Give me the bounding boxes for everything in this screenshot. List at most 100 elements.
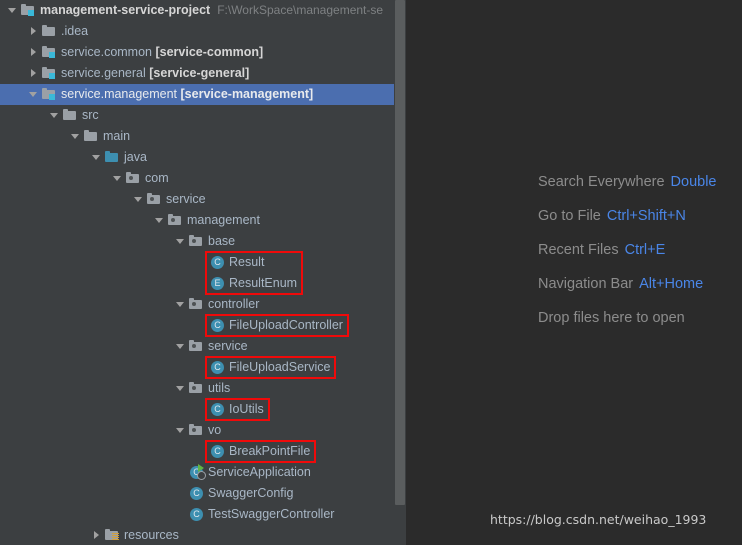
project-tool-window[interactable]: management-service-project F:\WorkSpace\m… xyxy=(0,0,406,545)
package-icon xyxy=(146,189,163,210)
tree-arrow-spacer xyxy=(195,315,209,336)
tree-row-Result[interactable]: C Result xyxy=(0,252,406,273)
tree-row-FileUploadController[interactable]: C FileUploadController xyxy=(0,315,406,336)
tree-row-src[interactable]: src xyxy=(0,105,406,126)
chevron-down-icon[interactable] xyxy=(48,105,62,126)
tree-row-management[interactable]: management xyxy=(0,210,406,231)
tree-row-label: .idea xyxy=(61,24,89,38)
chevron-down-icon[interactable] xyxy=(90,147,104,168)
ide-window: Search Everywhere Double Go to File Ctrl+Sh… xyxy=(0,0,742,545)
watermark-text: https://blog.csdn.net/weihao_1993 xyxy=(490,512,707,527)
tree-row-management-service-project[interactable]: management-service-project F:\WorkSpace\m… xyxy=(0,0,406,21)
chevron-down-icon[interactable] xyxy=(69,126,83,147)
package-icon xyxy=(188,378,205,399)
package-icon xyxy=(167,210,184,231)
chevron-down-icon[interactable] xyxy=(174,378,188,399)
tree-row-idea[interactable]: .idea xyxy=(0,21,406,42)
tree-row-label: resources xyxy=(124,528,179,542)
package-icon xyxy=(188,294,205,315)
shortcut-action-label: Recent Files xyxy=(538,242,619,258)
chevron-right-icon[interactable] xyxy=(27,63,41,84)
tree-row-com[interactable]: com xyxy=(0,168,406,189)
package-icon xyxy=(188,336,205,357)
tree-row-label: TestSwaggerController xyxy=(208,507,335,521)
tree-row-main[interactable]: main xyxy=(0,126,406,147)
class-icon: C xyxy=(209,315,226,336)
package-icon xyxy=(125,168,142,189)
tree-row-service-common[interactable]: service.common [service-common] xyxy=(0,42,406,63)
tree-row-java[interactable]: java xyxy=(0,147,406,168)
tree-scrollbar-thumb[interactable] xyxy=(395,0,405,505)
tree-row-label: service.management [service-management] xyxy=(61,87,314,101)
tree-row-label: service xyxy=(166,192,206,206)
tree-row-SwaggerConfig[interactable]: C SwaggerConfig xyxy=(0,483,406,504)
tree-arrow-spacer xyxy=(174,504,188,525)
module-folder-icon xyxy=(41,84,58,105)
tree-row-BreakPointFile[interactable]: C BreakPointFile xyxy=(0,441,406,462)
tree-row-label: Result xyxy=(229,255,265,269)
chevron-down-icon[interactable] xyxy=(174,336,188,357)
shortcut-hint-row: Drop files here to open xyxy=(538,301,742,335)
chevron-down-icon[interactable] xyxy=(6,0,20,21)
chevron-down-icon[interactable] xyxy=(174,420,188,441)
tree-row-label: service.general [service-general] xyxy=(61,66,250,80)
folder-icon xyxy=(62,105,79,126)
tree-row-service-pkg[interactable]: service xyxy=(0,336,406,357)
tree-row-ResultEnum[interactable]: E ResultEnum xyxy=(0,273,406,294)
shortcut-action-label: Drop files here to open xyxy=(538,310,685,326)
tree-arrow-spacer xyxy=(174,483,188,504)
package-icon xyxy=(188,420,205,441)
tree-row-vo[interactable]: vo xyxy=(0,420,406,441)
tree-row-IoUtils[interactable]: C IoUtils xyxy=(0,399,406,420)
tree-arrow-spacer xyxy=(195,357,209,378)
shortcut-hint-list: Search Everywhere Double Go to File Ctrl+Sh… xyxy=(538,165,742,335)
tree-row-controller[interactable]: controller xyxy=(0,294,406,315)
tree-row-service[interactable]: service xyxy=(0,189,406,210)
tree-row-label: ResultEnum xyxy=(229,276,298,290)
module-folder-icon xyxy=(20,0,37,21)
class-icon: C xyxy=(188,504,205,525)
tree-row-label: service.common [service-common] xyxy=(61,45,264,59)
shortcut-keys-label: Double xyxy=(670,174,717,190)
chevron-right-icon[interactable] xyxy=(27,21,41,42)
tree-row-label: management-service-project xyxy=(40,3,211,17)
chevron-down-icon[interactable] xyxy=(132,189,146,210)
chevron-down-icon[interactable] xyxy=(111,168,125,189)
chevron-down-icon[interactable] xyxy=(27,84,41,105)
shortcut-action-label: Go to File xyxy=(538,208,601,224)
resources-folder-icon xyxy=(104,525,121,545)
tree-row-label: ServiceApplication xyxy=(208,465,311,479)
tree-row-TestSwaggerController[interactable]: C TestSwaggerController xyxy=(0,504,406,525)
tree-row-label: service xyxy=(208,339,248,353)
tree-row-base[interactable]: base xyxy=(0,231,406,252)
tree-row-FileUploadService[interactable]: C FileUploadService xyxy=(0,357,406,378)
shortcut-action-label: Navigation Bar xyxy=(538,276,634,292)
module-folder-icon xyxy=(41,63,58,84)
folder-icon xyxy=(41,21,58,42)
chevron-right-icon[interactable] xyxy=(90,525,104,545)
tree-row-label: java xyxy=(124,150,147,164)
tree-row-ServiceApplication[interactable]: C ServiceApplication xyxy=(0,462,406,483)
tree-arrow-spacer xyxy=(195,252,209,273)
tree-row-label: utils xyxy=(208,381,231,395)
tree-row-label: base xyxy=(208,234,236,248)
chevron-right-icon[interactable] xyxy=(27,42,41,63)
source-root-folder-icon xyxy=(104,147,121,168)
editor-empty-area: Search Everywhere Double Go to File Ctrl+Sh… xyxy=(406,0,742,545)
tree-row-utils[interactable]: utils xyxy=(0,378,406,399)
tree-arrow-spacer xyxy=(174,462,188,483)
tree-arrow-spacer xyxy=(195,273,209,294)
tree-row-label: IoUtils xyxy=(229,402,264,416)
chevron-down-icon[interactable] xyxy=(174,294,188,315)
tree-row-resources[interactable]: resources xyxy=(0,525,406,545)
shortcut-keys-label: Ctrl+E xyxy=(624,242,666,258)
chevron-down-icon[interactable] xyxy=(174,231,188,252)
shortcut-action-label: Search Everywhere xyxy=(538,174,665,190)
project-tree[interactable]: management-service-project F:\WorkSpace\m… xyxy=(0,0,406,545)
tree-arrow-spacer xyxy=(195,441,209,462)
tree-scrollbar-track[interactable] xyxy=(394,0,406,545)
package-icon xyxy=(188,231,205,252)
tree-row-service-management[interactable]: service.management [service-management] xyxy=(0,84,406,105)
tree-row-service-general[interactable]: service.general [service-general] xyxy=(0,63,406,84)
chevron-down-icon[interactable] xyxy=(153,210,167,231)
